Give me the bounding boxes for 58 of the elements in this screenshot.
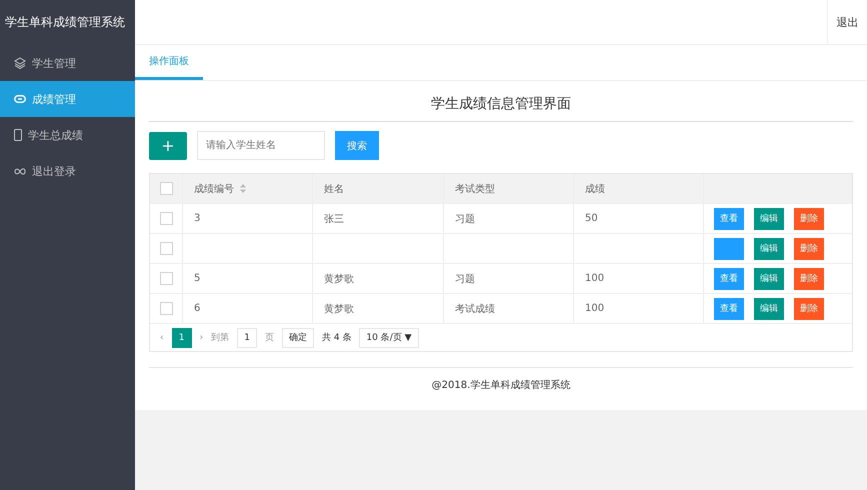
footer-text: @2018.学生单科成绩管理系统	[149, 367, 853, 392]
view-button[interactable]: 查看	[714, 268, 744, 290]
edit-button[interactable]: 编辑	[754, 298, 784, 320]
logout-link[interactable]: 退出	[827, 0, 867, 44]
prev-page-icon[interactable]: ‹	[160, 332, 164, 342]
table-cell-text: 习题	[455, 212, 475, 226]
table-cell: 6	[194, 303, 200, 314]
edit-button[interactable]: 编辑	[754, 268, 784, 290]
table-cell: 3	[194, 213, 200, 224]
edit-button[interactable]: 编辑	[754, 238, 784, 260]
column-label: 姓名	[324, 182, 344, 196]
add-button[interactable]: +	[149, 132, 187, 160]
edit-button[interactable]: 编辑	[754, 208, 784, 230]
checkbox[interactable]	[160, 242, 172, 255]
delete-button[interactable]: 删除	[794, 208, 824, 230]
page-unit: 页	[264, 332, 274, 344]
sidebar-item[interactable]: 学生总成绩	[0, 117, 135, 153]
view-button[interactable]: 查看	[714, 298, 744, 320]
link-icon	[14, 95, 26, 103]
table-cell-text: 习题	[455, 272, 475, 286]
table-cell: 100	[585, 273, 604, 284]
next-page-icon[interactable]: ›	[200, 332, 204, 342]
checkbox[interactable]	[160, 182, 172, 195]
view-button[interactable]	[714, 238, 744, 260]
page-size-select[interactable]: 10 条/页 ▼	[359, 328, 419, 348]
goto-label: 到第	[211, 332, 230, 344]
sidebar-item[interactable]: 成绩管理	[0, 81, 135, 117]
table-cell: 5	[194, 273, 200, 284]
sidebar-item[interactable]: 退出登录	[0, 153, 135, 189]
column-label: 成绩编号	[194, 182, 234, 196]
checkbox[interactable]	[160, 272, 172, 285]
checkbox[interactable]	[160, 302, 172, 315]
table-cell-text: 张三	[324, 212, 344, 226]
column-label: 考试类型	[455, 182, 495, 196]
view-button[interactable]: 查看	[714, 208, 744, 230]
total-count: 共 4 条	[322, 332, 352, 344]
layers-icon	[14, 57, 26, 69]
sort-icon[interactable]	[240, 184, 246, 193]
table-cell-text: 黄梦歌	[324, 272, 354, 286]
checkbox[interactable]	[160, 212, 172, 225]
phone-icon	[14, 129, 22, 141]
table-cell-text: 黄梦歌	[324, 302, 354, 316]
table-cell: 50	[585, 213, 598, 224]
page-input[interactable]: 1	[237, 328, 257, 348]
delete-button[interactable]: 删除	[794, 268, 824, 290]
page-number[interactable]: 1	[172, 328, 192, 348]
infinity-icon	[14, 168, 26, 174]
table-cell: 100	[585, 303, 604, 314]
delete-button[interactable]: 删除	[794, 238, 824, 260]
sidebar-item[interactable]: 学生管理	[0, 45, 135, 81]
search-field[interactable]: 请输入学生姓名	[197, 131, 325, 160]
confirm-button[interactable]: 确定	[282, 328, 314, 348]
page-title: 学生成绩信息管理界面	[149, 81, 853, 122]
app-title: 学生单科成绩管理系统	[4, 14, 126, 31]
column-label: 成绩	[585, 182, 605, 196]
search-button[interactable]: 搜索	[335, 131, 379, 160]
table-cell-text: 考试成绩	[455, 302, 495, 316]
delete-button[interactable]: 删除	[794, 298, 824, 320]
